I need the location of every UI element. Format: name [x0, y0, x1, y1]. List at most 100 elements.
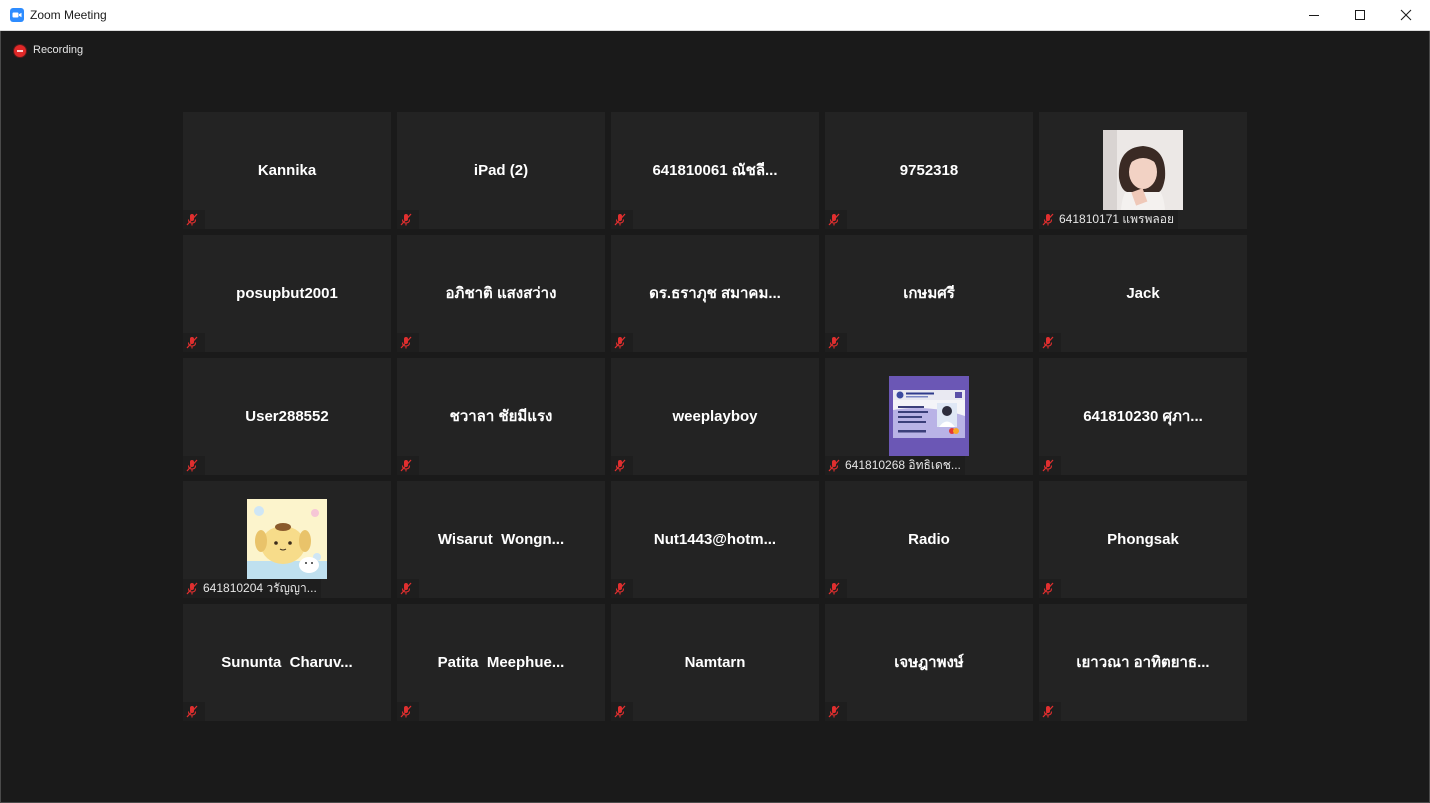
participant-tile[interactable]: ดร.ธราภุช สมาคม... [611, 235, 819, 352]
muted-mic-icon [183, 333, 201, 352]
participant-name: อภิชาติ แสงสว่าง [445, 285, 557, 302]
muted-mic-icon [611, 333, 629, 352]
participant-tile[interactable]: Phongsak [1039, 481, 1247, 598]
window-title: Zoom Meeting [30, 8, 107, 22]
participant-profile-photo [247, 499, 327, 579]
participant-name: Radio [908, 531, 950, 548]
participant-tile[interactable]: เยาวณา อาทิตยาธ... [1039, 604, 1247, 721]
participant-tile[interactable]: 641810230 ศุภา... [1039, 358, 1247, 475]
participant-status-bar [183, 333, 205, 352]
maximize-icon [1355, 10, 1365, 20]
muted-mic-icon [1039, 210, 1057, 229]
participant-profile-photo [889, 376, 969, 456]
muted-mic-icon [183, 456, 201, 475]
participant-tile[interactable]: posupbut2001 [183, 235, 391, 352]
participant-tile[interactable]: Jack [1039, 235, 1247, 352]
participant-status-bar: 641810171 แพรพลอย [1039, 210, 1178, 229]
muted-mic-icon [1039, 702, 1057, 721]
participant-tile[interactable]: weeplayboy [611, 358, 819, 475]
maximize-button[interactable] [1337, 0, 1383, 31]
participant-name: เยาวณา อาทิตยาธ... [1076, 654, 1210, 671]
participant-tile[interactable]: เจษฎาพงษ์ [825, 604, 1033, 721]
participant-tile[interactable]: Wisarut Wongn... [397, 481, 605, 598]
participant-tile[interactable]: เกษมศรี [825, 235, 1033, 352]
participant-name: เจษฎาพงษ์ [894, 654, 964, 671]
muted-mic-icon [1039, 456, 1057, 475]
participant-name: 9752318 [899, 162, 959, 179]
participant-status-bar [611, 702, 633, 721]
muted-mic-icon [611, 702, 629, 721]
gallery-view: Kannika iPad (2) 641810061 ณัชลี... 9752… [183, 112, 1248, 722]
participant-status-bar [397, 702, 419, 721]
participant-tile[interactable]: ชวาลา ชัยมีแรง [397, 358, 605, 475]
participant-status-bar [397, 210, 419, 229]
participant-tile[interactable]: 641810268 อิทธิเดช... [825, 358, 1033, 475]
participant-status-bar [611, 333, 633, 352]
participant-status-bar: 641810204 วรัญญา... [183, 579, 321, 598]
participant-name: 641810204 วรัญญา... [203, 581, 317, 595]
muted-mic-icon [825, 210, 843, 229]
participant-tile[interactable]: iPad (2) [397, 112, 605, 229]
participant-profile-photo [1103, 130, 1183, 210]
participant-name: ดร.ธราภุช สมาคม... [649, 285, 781, 302]
muted-mic-icon [825, 456, 843, 475]
participant-tile[interactable]: 9752318 [825, 112, 1033, 229]
participant-status-bar [611, 210, 633, 229]
muted-mic-icon [1039, 333, 1057, 352]
participant-status-bar [397, 579, 419, 598]
title-bar: Zoom Meeting [0, 0, 1430, 31]
muted-mic-icon [397, 210, 415, 229]
participant-name: User288552 [245, 408, 329, 425]
participant-status-bar [397, 456, 419, 475]
participant-name: Wisarut Wongn... [437, 531, 565, 548]
participant-status-bar [397, 333, 419, 352]
participant-tile[interactable]: Nut1443@hotm... [611, 481, 819, 598]
participant-name: Patita Meephue... [437, 654, 565, 671]
participant-status-bar [1039, 456, 1061, 475]
participant-status-bar [183, 456, 205, 475]
muted-mic-icon [611, 579, 629, 598]
muted-mic-icon [397, 333, 415, 352]
participant-tile[interactable]: อภิชาติ แสงสว่าง [397, 235, 605, 352]
minimize-button[interactable] [1291, 0, 1337, 31]
participant-status-bar [1039, 579, 1061, 598]
participant-name: Sununta Charuv... [221, 654, 353, 671]
muted-mic-icon [611, 210, 629, 229]
participant-tile[interactable]: 641810061 ณัชลี... [611, 112, 819, 229]
participant-status-bar [183, 702, 205, 721]
participant-status-bar [825, 333, 847, 352]
participant-name: Nut1443@hotm... [653, 531, 777, 548]
participant-status-bar [1039, 702, 1061, 721]
participant-name: 641810230 ศุภา... [1083, 408, 1203, 425]
participant-status-bar [825, 579, 847, 598]
muted-mic-icon [397, 579, 415, 598]
participant-status-bar [825, 702, 847, 721]
participant-tile[interactable]: Kannika [183, 112, 391, 229]
participant-name: 641810171 แพรพลอย [1059, 212, 1174, 226]
participant-status-bar [611, 579, 633, 598]
participant-tile[interactable]: 641810204 วรัญญา... [183, 481, 391, 598]
participant-tile[interactable]: Patita Meephue... [397, 604, 605, 721]
muted-mic-icon [183, 579, 201, 598]
participant-tile[interactable]: Sununta Charuv... [183, 604, 391, 721]
recording-label: Recording [33, 44, 84, 56]
participant-name: 641810268 อิทธิเดช... [845, 458, 961, 472]
minimize-icon [1309, 15, 1319, 16]
participant-name: 641810061 ณัชลี... [652, 162, 778, 179]
participant-tile[interactable]: 641810171 แพรพลอย [1039, 112, 1247, 229]
participant-tile[interactable]: Radio [825, 481, 1033, 598]
participant-tile[interactable]: User288552 [183, 358, 391, 475]
participant-name: ชวาลา ชัยมีแรง [449, 408, 553, 425]
close-button[interactable] [1383, 0, 1429, 31]
participant-name: Phongsak [1107, 531, 1179, 548]
participant-status-bar [825, 210, 847, 229]
muted-mic-icon [825, 333, 843, 352]
muted-mic-icon [183, 702, 201, 721]
muted-mic-icon [397, 702, 415, 721]
participant-tile[interactable]: Namtarn [611, 604, 819, 721]
participant-name: posupbut2001 [236, 285, 338, 302]
muted-mic-icon [183, 210, 201, 229]
zoom-app-icon [10, 8, 24, 22]
participant-name: เกษมศรี [903, 285, 955, 302]
recording-icon [14, 45, 26, 57]
